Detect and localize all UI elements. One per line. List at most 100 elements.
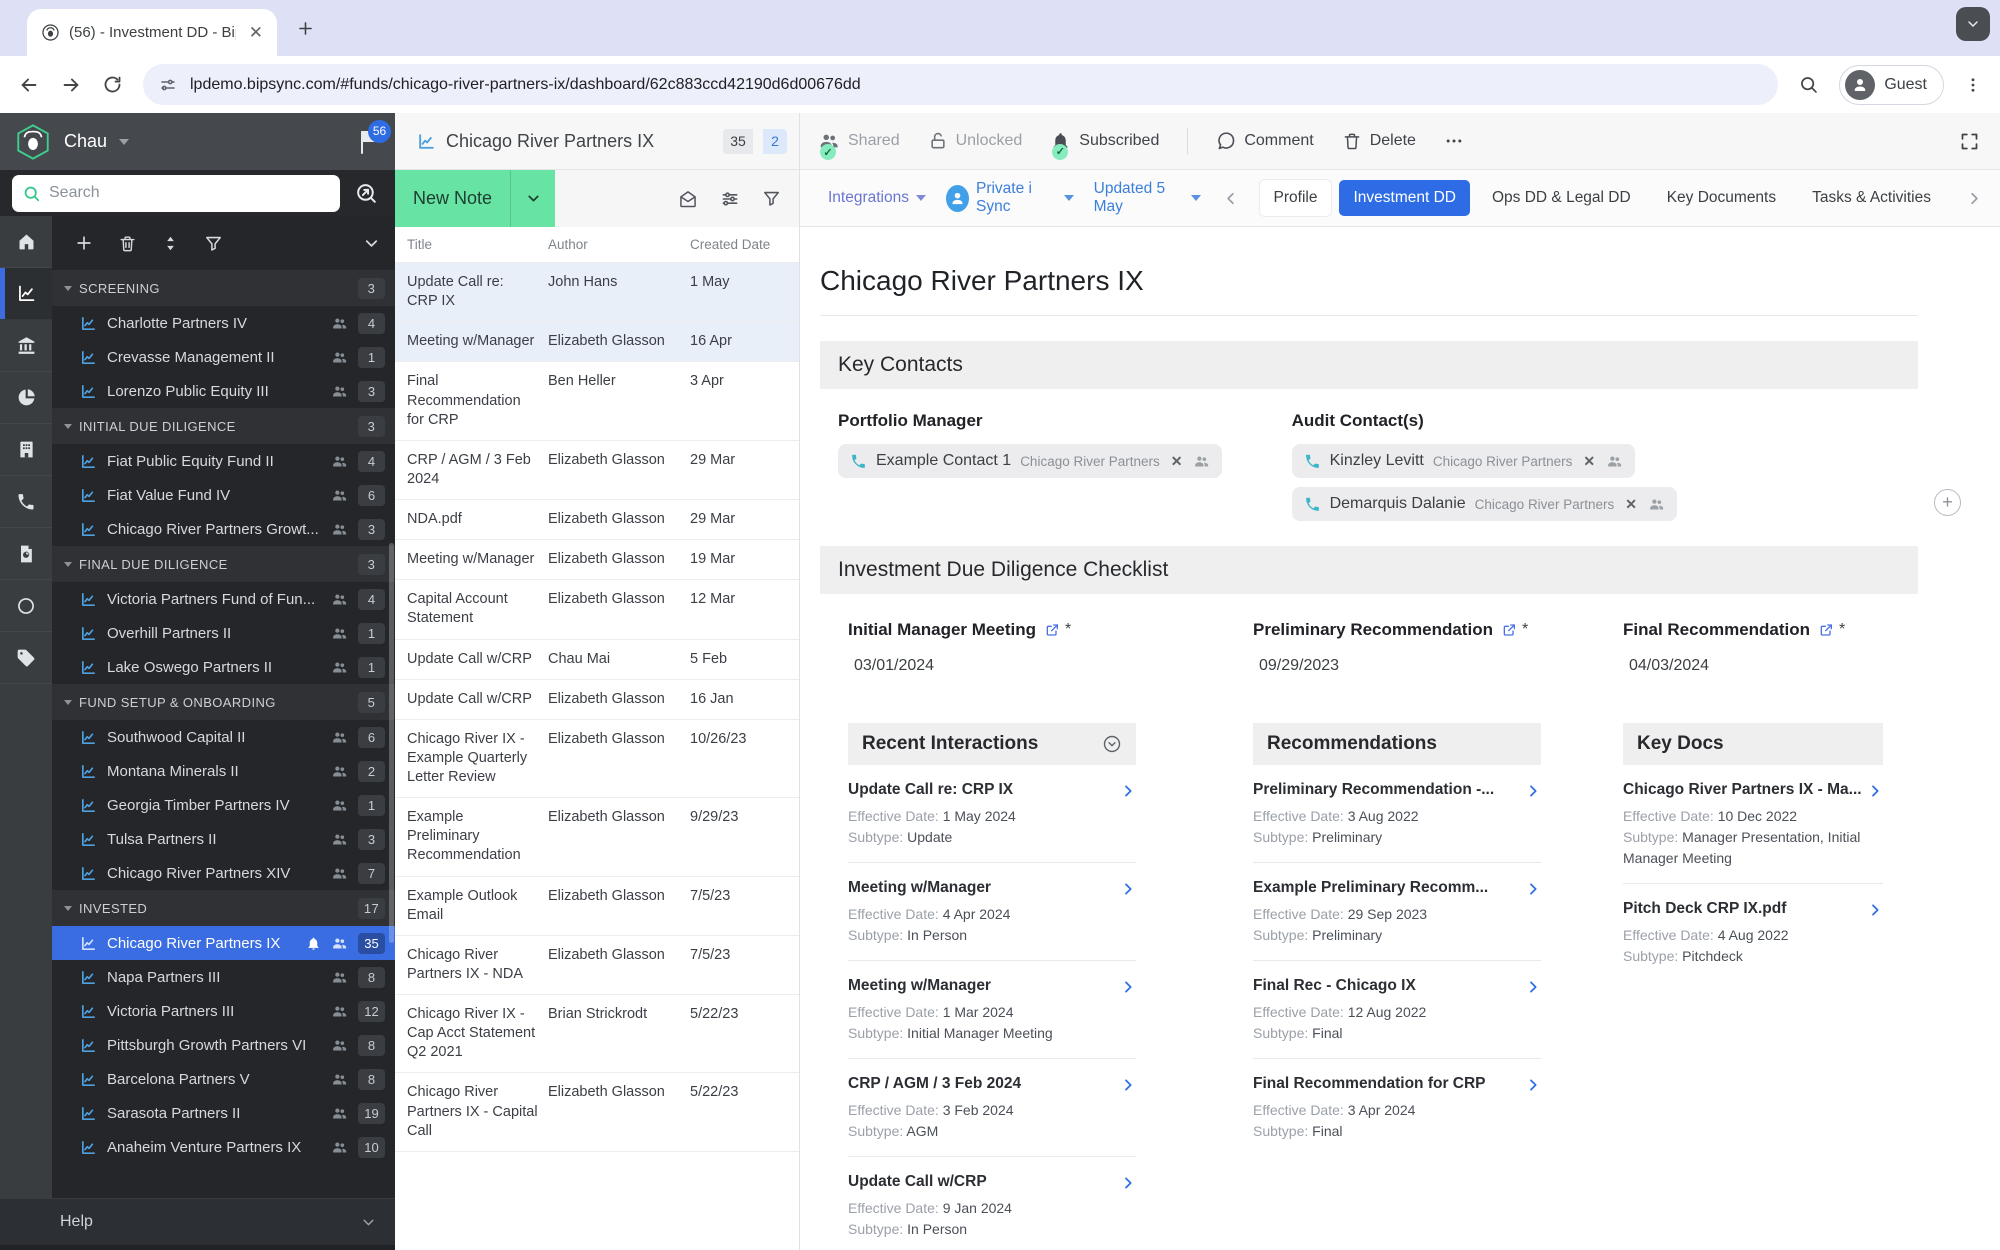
sidebar-fund-row[interactable]: Anaheim Venture Partners IX 10 xyxy=(52,1130,395,1164)
search-glass-icon[interactable] xyxy=(1798,74,1819,95)
sidebar-fund-row[interactable]: Lake Oswego Partners II 1 xyxy=(52,650,395,684)
recommendation-item[interactable]: Example Preliminary Recomm... Effective … xyxy=(1253,863,1541,961)
record-tab[interactable]: Key Documents xyxy=(1653,180,1790,216)
remove-contact-icon[interactable]: ✕ xyxy=(1169,453,1185,470)
record-tab[interactable]: Ops DD & Legal DD xyxy=(1478,180,1645,216)
notifications-flag-icon[interactable]: 56 xyxy=(357,129,381,155)
home-icon[interactable] xyxy=(0,216,52,268)
back-icon[interactable] xyxy=(18,74,40,96)
sidebar-fund-row[interactable]: Sarasota Partners II 19 xyxy=(52,1096,395,1130)
sidebar-fund-row[interactable]: Charlotte Partners IV 4 xyxy=(52,306,395,340)
comment-button[interactable]: Comment xyxy=(1216,131,1313,151)
allocations-icon[interactable] xyxy=(0,372,52,424)
remove-contact-icon[interactable]: ✕ xyxy=(1581,453,1597,470)
browser-tab[interactable]: (56) - Investment DD - Bipsync ✕ xyxy=(27,9,277,56)
sidebar-fund-row[interactable]: Napa Partners III 8 xyxy=(52,960,395,994)
interaction-item[interactable]: Update Call w/CRP Effective Date: 9 Jan … xyxy=(848,1157,1136,1250)
tasks-icon[interactable] xyxy=(0,580,52,632)
new-note-dropdown-icon[interactable] xyxy=(510,170,555,227)
shared-button[interactable]: ✓ Shared xyxy=(818,130,900,152)
collapse-list-icon[interactable] xyxy=(362,234,381,253)
note-row[interactable]: Update Call w/CRP Elizabeth Glasson 16 J… xyxy=(395,680,799,720)
key-doc-item[interactable]: Pitch Deck CRP IX.pdf Effective Date: 4 … xyxy=(1623,884,1883,981)
site-info-icon[interactable] xyxy=(159,76,177,94)
help-bar[interactable]: Help xyxy=(0,1198,395,1245)
funds-icon[interactable] xyxy=(0,268,52,320)
sidebar-fund-row[interactable]: Crevasse Management II 1 xyxy=(52,340,395,374)
refresh-icon[interactable] xyxy=(102,74,123,95)
record-tab[interactable]: Tasks & Activities xyxy=(1798,180,1945,216)
sidebar-fund-row[interactable]: INVESTED 17 xyxy=(52,890,395,926)
sidebar-fund-row[interactable]: Overhill Partners II 1 xyxy=(52,616,395,650)
calls-icon[interactable] xyxy=(0,476,52,528)
sidebar-fund-row[interactable]: Chicago River Partners Growt... 3 xyxy=(52,512,395,546)
note-row[interactable]: Chicago River IX - Example Quarterly Let… xyxy=(395,720,799,798)
reports-icon[interactable] xyxy=(0,528,52,580)
record-tab[interactable]: Profile xyxy=(1260,180,1332,216)
interaction-item[interactable]: Meeting w/Manager Effective Date: 1 Mar … xyxy=(848,961,1136,1059)
companies-icon[interactable] xyxy=(0,424,52,476)
note-row[interactable]: Update Call re: CRP IX John Hans 1 May xyxy=(395,263,799,322)
tab-close-icon[interactable]: ✕ xyxy=(245,22,267,43)
sidebar-fund-row[interactable]: Chicago River Partners XIV 7 xyxy=(52,856,395,890)
browser-menu-icon[interactable] xyxy=(1964,76,1982,94)
contact-people-icon[interactable] xyxy=(1648,496,1665,513)
interaction-item[interactable]: Update Call re: CRP IX Effective Date: 1… xyxy=(848,765,1136,863)
display-settings-icon[interactable] xyxy=(720,189,740,209)
contact-people-icon[interactable] xyxy=(1606,453,1623,470)
new-tab-icon[interactable] xyxy=(296,19,315,38)
sidebar-fund-row[interactable]: Barcelona Partners V 8 xyxy=(52,1062,395,1096)
sidebar-fund-row[interactable]: SCREENING 3 xyxy=(52,270,395,306)
note-row[interactable]: Example Outlook Email Elizabeth Glasson … xyxy=(395,877,799,936)
recommendation-item[interactable]: Preliminary Recommendation -... Effectiv… xyxy=(1253,765,1541,863)
recommendation-item[interactable]: Final Recommendation for CRP Effective D… xyxy=(1253,1059,1541,1156)
note-row[interactable]: Final Recommendation for CRP Ben Heller … xyxy=(395,362,799,440)
column-author[interactable]: Author xyxy=(548,237,690,252)
window-chevron-icon[interactable] xyxy=(1956,7,1990,41)
note-row[interactable]: Chicago River Partners IX - Capital Call… xyxy=(395,1073,799,1151)
add-contact-icon[interactable]: + xyxy=(1934,489,1961,516)
note-row[interactable]: NDA.pdf Elizabeth Glasson 29 Mar xyxy=(395,500,799,540)
sync-dropdown[interactable]: Private i Sync xyxy=(946,180,1074,216)
checklist-field-value[interactable]: 09/29/2023 xyxy=(1253,657,1623,675)
contact-people-icon[interactable] xyxy=(1193,453,1210,470)
unlocked-button[interactable]: Unlocked xyxy=(928,131,1023,151)
external-link-icon[interactable] xyxy=(1501,622,1517,638)
checklist-field-value[interactable]: 04/03/2024 xyxy=(1623,657,1918,675)
sidebar-fund-row[interactable]: FUND SETUP & ONBOARDING 5 xyxy=(52,684,395,720)
sidebar-fund-row[interactable]: Fiat Value Fund IV 6 xyxy=(52,478,395,512)
collapse-section-icon[interactable] xyxy=(1102,734,1122,754)
note-row[interactable]: Example Preliminary Recommendation Eliza… xyxy=(395,798,799,876)
external-link-icon[interactable] xyxy=(1044,622,1060,638)
sidebar-fund-row[interactable]: Victoria Partners Fund of Fun... 4 xyxy=(52,582,395,616)
interaction-item[interactable]: CRP / AGM / 3 Feb 2024 Effective Date: 3… xyxy=(848,1059,1136,1157)
checklist-field-value[interactable]: 03/01/2024 xyxy=(848,657,1253,675)
updated-dropdown[interactable]: Updated 5 May xyxy=(1094,180,1201,216)
sidebar-fund-row[interactable]: Tulsa Partners II 3 xyxy=(52,822,395,856)
integrations-dropdown[interactable]: Integrations xyxy=(828,189,926,207)
sidebar-fund-row[interactable]: Pittsburgh Growth Partners VI 8 xyxy=(52,1028,395,1062)
note-row[interactable]: Capital Account Statement Elizabeth Glas… xyxy=(395,580,799,639)
more-actions-icon[interactable] xyxy=(1444,131,1464,151)
note-row[interactable]: Update Call w/CRP Chau Mai 5 Feb xyxy=(395,640,799,680)
note-row[interactable]: Meeting w/Manager Elizabeth Glasson 19 M… xyxy=(395,540,799,580)
bipsync-logo-icon[interactable] xyxy=(14,123,52,161)
contact-chip[interactable]: Example Contact 1 Chicago River Partners… xyxy=(838,444,1222,478)
note-row[interactable]: CRP / AGM / 3 Feb 2024 Elizabeth Glasson… xyxy=(395,441,799,500)
add-icon[interactable] xyxy=(74,233,94,253)
tags-icon[interactable] xyxy=(0,632,52,684)
forward-icon[interactable] xyxy=(60,74,82,96)
profile-button[interactable]: Guest xyxy=(1839,65,1944,105)
sidebar-scrollbar[interactable] xyxy=(389,543,394,943)
subscribed-button[interactable]: ✓ Subscribed xyxy=(1050,131,1159,152)
sidebar-fund-row[interactable]: Fiat Public Equity Fund II 4 xyxy=(52,444,395,478)
sidebar-fund-row[interactable]: Southwood Capital II 6 xyxy=(52,720,395,754)
external-link-icon[interactable] xyxy=(1818,622,1834,638)
sidebar-fund-row[interactable]: Montana Minerals II 2 xyxy=(52,754,395,788)
column-title[interactable]: Title xyxy=(407,237,548,252)
key-doc-item[interactable]: Chicago River Partners IX - Ma... Effect… xyxy=(1623,765,1883,884)
inbox-icon[interactable] xyxy=(678,189,698,209)
delete-button[interactable]: Delete xyxy=(1342,131,1416,151)
advanced-search-icon[interactable] xyxy=(350,181,383,206)
tabs-scroll-right-icon[interactable] xyxy=(1965,189,1984,208)
